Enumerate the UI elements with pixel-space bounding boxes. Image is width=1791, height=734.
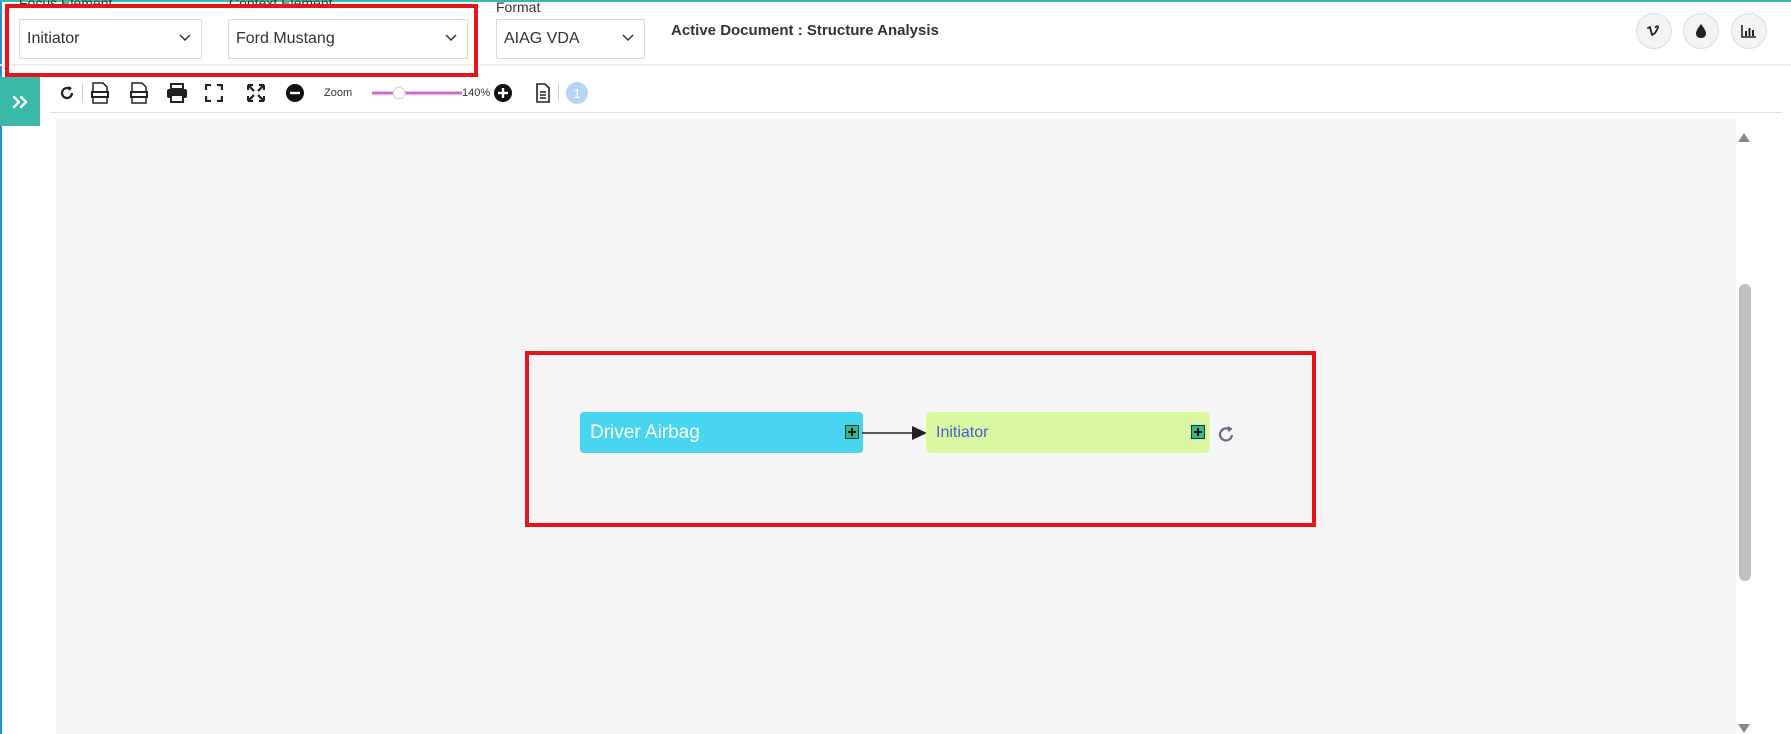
diagram-highlight-box	[525, 351, 1316, 527]
zoom-value: 140%	[462, 87, 491, 99]
active-document-title: Active Document : Structure Analysis	[671, 22, 939, 39]
scrollbar-thumb[interactable]	[1739, 284, 1751, 581]
color-button[interactable]	[1683, 13, 1719, 49]
png-export-icon	[130, 82, 148, 104]
fullscreen-button[interactable]	[202, 81, 226, 105]
selectors-highlight-box	[5, 4, 478, 77]
refresh-button[interactable]	[56, 81, 78, 105]
zoom-label: Zoom	[324, 87, 353, 99]
chart-button[interactable]	[1731, 13, 1767, 49]
document-button[interactable]	[532, 81, 554, 105]
svg-export-icon	[91, 82, 109, 104]
toolbar-separator	[558, 84, 559, 102]
format-select[interactable]: AIAG VDA	[496, 19, 645, 59]
toolbar-separator	[82, 84, 83, 102]
zoom-out-icon	[286, 84, 304, 102]
document-icon	[536, 83, 550, 103]
bar-chart-icon	[1741, 25, 1756, 38]
scroll-up-arrow-icon[interactable]	[1737, 131, 1751, 143]
toolbar-divider	[50, 112, 1782, 113]
zoom-slider[interactable]	[372, 81, 462, 105]
zoom-out-button[interactable]	[283, 81, 307, 105]
refresh-icon	[60, 86, 74, 100]
export-svg-button[interactable]	[88, 81, 112, 105]
sidebar-toggle-button[interactable]	[0, 77, 40, 126]
vimeo-icon	[1647, 25, 1659, 36]
zoom-slider-thumb	[392, 86, 406, 100]
export-png-button[interactable]	[127, 81, 151, 105]
scroll-down-arrow-icon[interactable]	[1737, 723, 1751, 734]
format-value: AIAG VDA	[504, 30, 580, 47]
zoom-in-button[interactable]	[491, 81, 515, 105]
zoom-in-icon	[494, 84, 512, 102]
notification-badge[interactable]: 1	[566, 82, 588, 104]
fullscreen-icon	[205, 84, 223, 102]
double-chevron-right-icon	[12, 95, 28, 108]
fit-screen-icon	[247, 84, 265, 102]
print-button[interactable]	[165, 81, 189, 105]
fit-screen-button[interactable]	[244, 81, 268, 105]
drop-icon	[1696, 24, 1706, 38]
chevron-down-icon	[622, 34, 634, 42]
print-icon	[167, 83, 187, 103]
format-label: Format	[496, 0, 541, 15]
vimeo-button[interactable]	[1636, 13, 1672, 49]
zoom-slider-graphic	[372, 86, 462, 100]
